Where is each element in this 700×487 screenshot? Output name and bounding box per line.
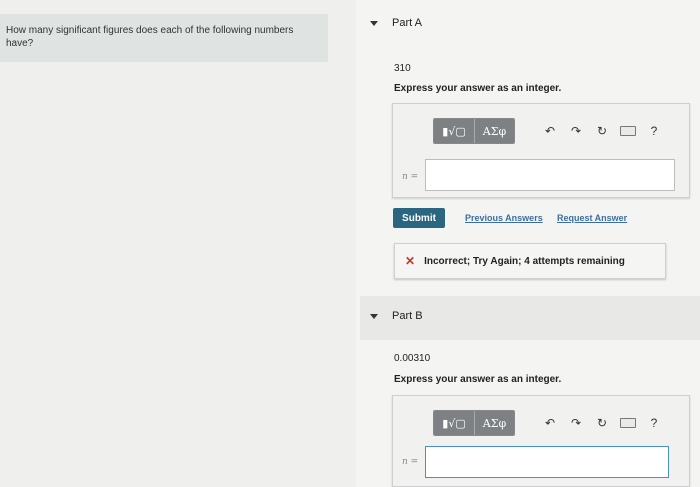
part-a-title: Part A	[392, 17, 422, 29]
question-text: How many significant figures does each o…	[0, 14, 328, 62]
templates-button[interactable]: ▮√▢	[434, 119, 474, 143]
keyboard-icon[interactable]	[615, 413, 641, 433]
variable-label: n =	[402, 172, 419, 182]
help-icon[interactable]: ?	[641, 121, 667, 141]
templates-button[interactable]: ▮√▢	[434, 411, 474, 435]
redo-icon[interactable]: ↷	[563, 121, 589, 141]
part-b-title: Part B	[392, 310, 423, 322]
part-b-number: 0.00310	[394, 353, 431, 364]
symbols-button[interactable]: ΑΣφ	[474, 119, 514, 143]
math-toolbar: ▮√▢ ΑΣφ ↶ ↷ ↻ ?	[433, 118, 667, 144]
left-pane: How many significant figures does each o…	[0, 0, 356, 487]
collapse-caret-icon[interactable]	[370, 20, 378, 26]
feedback-box: ✕ Incorrect; Try Again; 4 attempts remai…	[394, 243, 666, 279]
undo-icon[interactable]: ↶	[537, 121, 563, 141]
tool-icons: ↶ ↷ ↻ ?	[537, 413, 667, 433]
answer-input[interactable]	[425, 446, 669, 478]
part-b-header[interactable]: Part B	[370, 310, 423, 322]
help-icon[interactable]: ?	[641, 413, 667, 433]
part-b-answer-box: ▮√▢ ΑΣφ ↶ ↷ ↻ ? n =	[392, 395, 690, 487]
part-a-instruction: Express your answer as an integer.	[394, 83, 562, 94]
part-a-answer-box: ▮√▢ ΑΣφ ↶ ↷ ↻ ? n =	[392, 103, 690, 198]
part-b-instruction: Express your answer as an integer.	[394, 374, 562, 385]
answer-input[interactable]	[425, 159, 675, 191]
tool-icons: ↶ ↷ ↻ ?	[537, 121, 667, 141]
variable-label: n =	[402, 457, 419, 467]
undo-icon[interactable]: ↶	[537, 413, 563, 433]
reset-icon[interactable]: ↻	[589, 413, 615, 433]
request-answer-link[interactable]: Request Answer	[557, 213, 627, 223]
collapse-caret-icon[interactable]	[370, 313, 378, 319]
part-a-number: 310	[394, 63, 411, 74]
previous-answers-link[interactable]: Previous Answers	[465, 213, 543, 223]
reset-icon[interactable]: ↻	[589, 121, 615, 141]
keyboard-icon[interactable]	[615, 121, 641, 141]
redo-icon[interactable]: ↷	[563, 413, 589, 433]
symbols-button[interactable]: ΑΣφ	[474, 411, 514, 435]
tool-group: ▮√▢ ΑΣφ	[433, 118, 515, 144]
part-a-header[interactable]: Part A	[370, 17, 422, 29]
tool-group: ▮√▢ ΑΣφ	[433, 410, 515, 436]
submit-button[interactable]: Submit	[393, 208, 445, 228]
feedback-text: Incorrect; Try Again; 4 attempts remaini…	[424, 255, 625, 267]
math-toolbar: ▮√▢ ΑΣφ ↶ ↷ ↻ ?	[433, 410, 667, 436]
incorrect-x-icon: ✕	[405, 254, 416, 268]
